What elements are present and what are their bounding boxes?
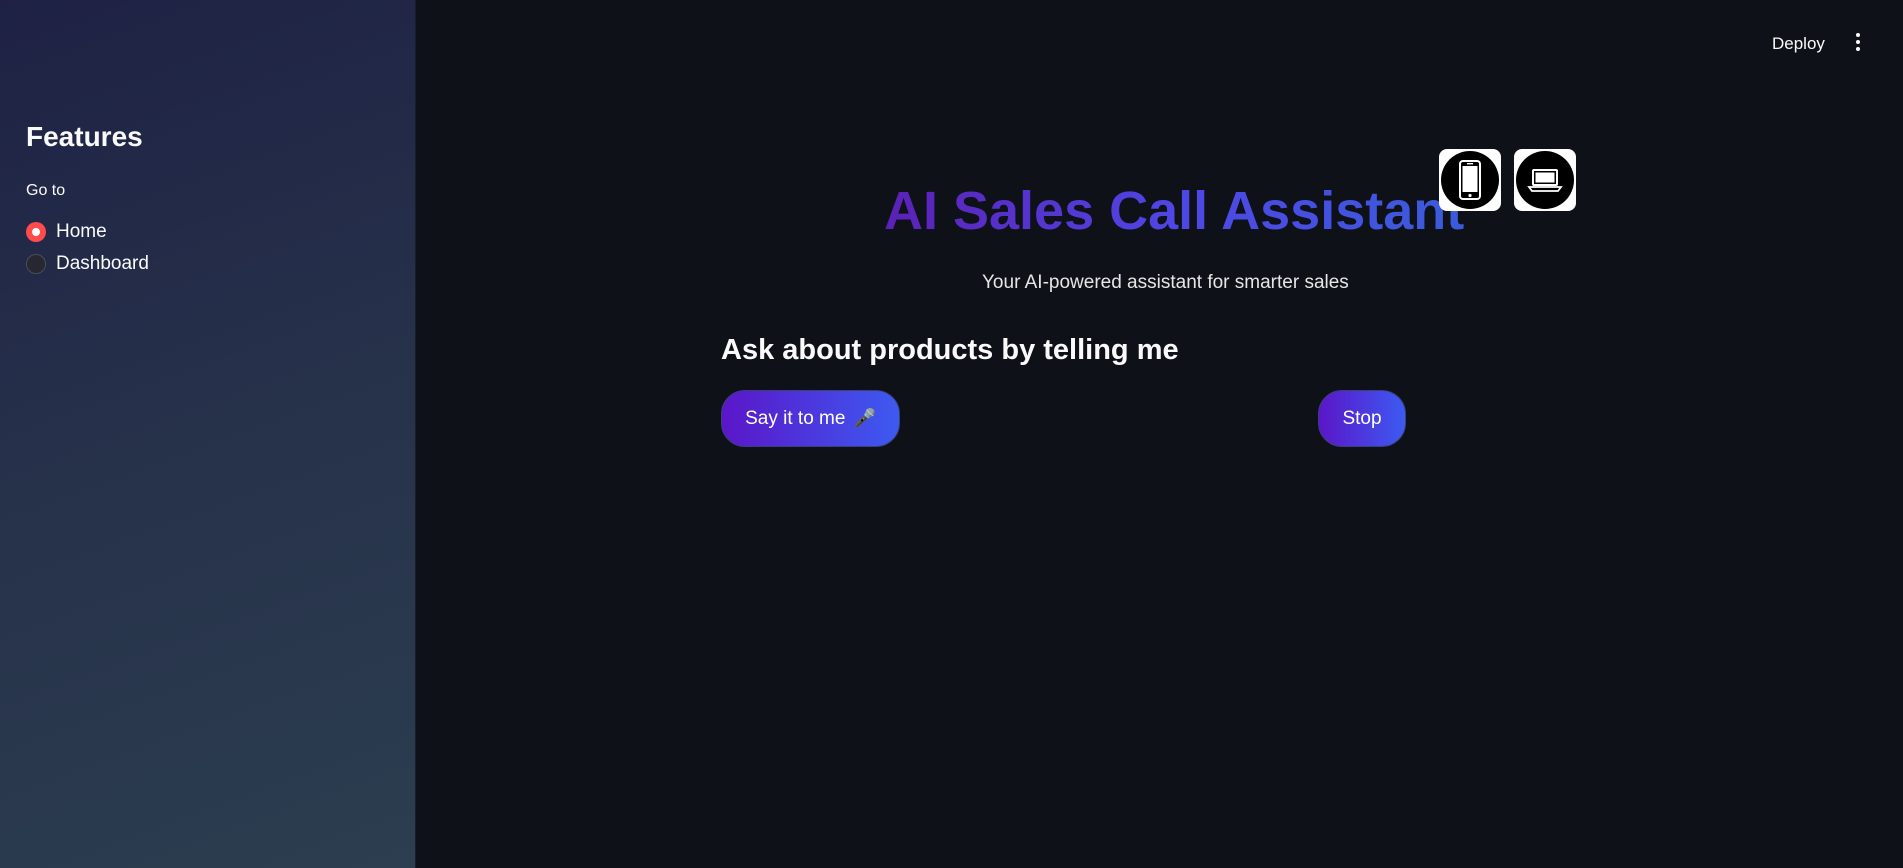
- radio-option-label: Home: [56, 221, 107, 242]
- radio-button-unselected[interactable]: [26, 254, 46, 274]
- radio-option-home[interactable]: Home: [26, 216, 149, 248]
- say-it-button[interactable]: Say it to me 🎤: [721, 390, 900, 447]
- laptop-icon: [1514, 149, 1576, 211]
- sidebar-title: Features: [26, 121, 143, 152]
- stop-button[interactable]: Stop: [1318, 390, 1406, 447]
- sidebar: Features Go to Home Dashboard: [0, 0, 416, 868]
- microphone-icon: 🎤: [853, 408, 876, 428]
- radio-option-label: Dashboard: [56, 253, 149, 274]
- radio-button-selected[interactable]: [26, 222, 46, 242]
- say-it-button-label: Say it to me: [745, 407, 846, 429]
- deploy-button[interactable]: Deploy: [1766, 28, 1831, 60]
- app-root: Features Go to Home Dashboard Deploy AI …: [0, 0, 1903, 868]
- page-subtitle: Your AI-powered assistant for smarter sa…: [982, 272, 1349, 293]
- smartphone-icon: [1439, 149, 1501, 211]
- section-heading: Ask about products by telling me: [721, 334, 1179, 366]
- more-vertical-icon[interactable]: [1852, 30, 1864, 54]
- page-title: AI Sales Call Assistant: [884, 181, 1465, 241]
- nav-radio-label: Go to: [26, 182, 66, 199]
- radio-option-dashboard[interactable]: Dashboard: [26, 248, 149, 280]
- nav-radio-group: Home Dashboard: [26, 216, 149, 280]
